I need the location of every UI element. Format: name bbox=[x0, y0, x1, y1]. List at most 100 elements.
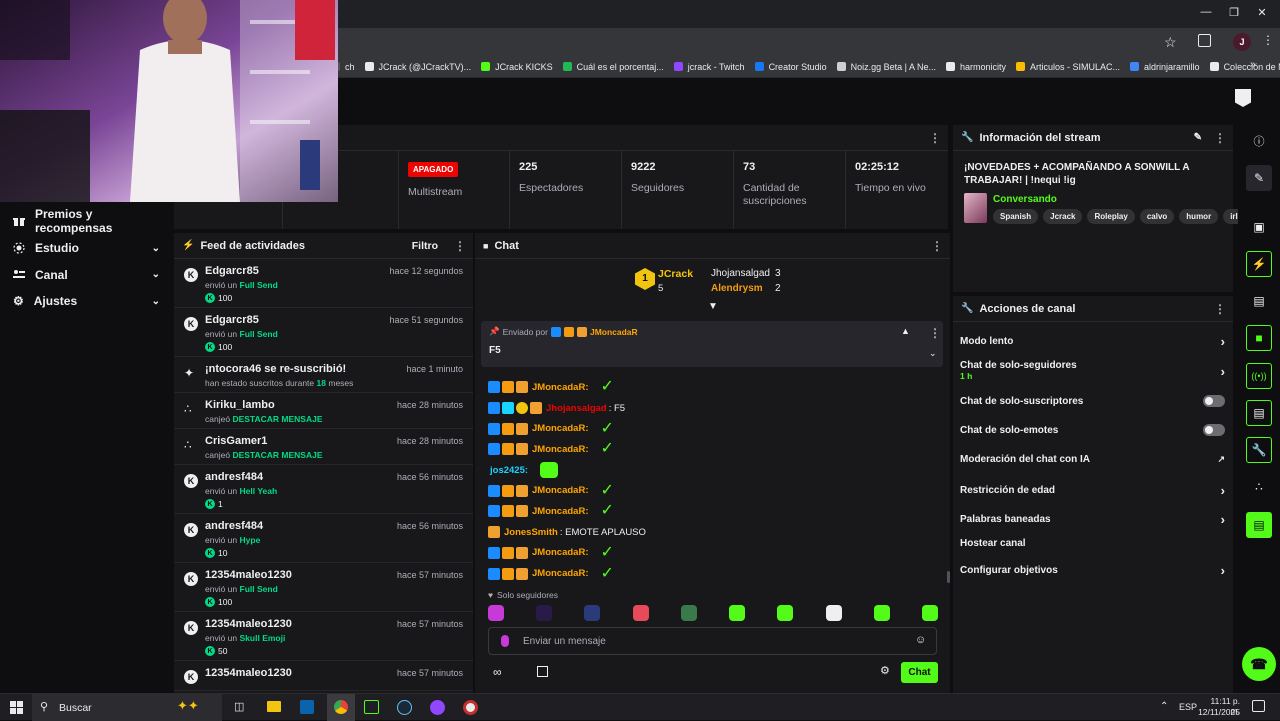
chat-message[interactable]: JMoncadaR: ✓ bbox=[475, 377, 940, 398]
store-icon[interactable] bbox=[537, 666, 548, 677]
leaderboard-first[interactable]: JCrack bbox=[658, 268, 693, 280]
stream-tag[interactable]: Jcrack bbox=[1043, 209, 1083, 224]
feed-user[interactable]: ¡ntocora46 se re-suscribió! bbox=[205, 363, 346, 375]
leaderboard-second[interactable]: Jhojansalgad bbox=[711, 268, 770, 279]
action-ai-moderation[interactable]: Moderación del chat con IA ↗ bbox=[953, 454, 1233, 465]
stream-tag[interactable]: Roleplay bbox=[1087, 209, 1135, 224]
feed-user[interactable]: andresf484 bbox=[205, 471, 263, 483]
points-infinite-icon[interactable]: ∞ bbox=[493, 665, 503, 679]
feed-user[interactable]: 12354maleo1230 bbox=[205, 667, 292, 679]
taskbar-search[interactable]: ⚲ Buscar ✦✦ bbox=[32, 694, 222, 721]
stream-tag[interactable]: calvo bbox=[1139, 209, 1175, 224]
channel-logo-icon[interactable] bbox=[1235, 89, 1251, 107]
chat-username[interactable]: JMoncadaR: bbox=[532, 547, 588, 558]
chat-username[interactable]: jos2425: bbox=[490, 465, 528, 476]
chat-username[interactable]: JMoncadaR: bbox=[532, 382, 588, 393]
feed-item[interactable]: ✦ ¡ntocora46 se re-suscribió! hace 1 minut… bbox=[174, 357, 473, 393]
chat-message[interactable]: JMoncadaR: ✓ bbox=[475, 543, 940, 564]
chat-username[interactable]: JMoncadaR: bbox=[532, 444, 588, 455]
close-icon[interactable]: ✕ bbox=[1252, 6, 1272, 19]
subs-only-toggle[interactable] bbox=[1203, 395, 1225, 407]
feed-user[interactable]: Edgarcr85 bbox=[205, 314, 259, 326]
feed-user[interactable]: andresf484 bbox=[205, 520, 263, 532]
chat-username[interactable]: JMoncadaR: bbox=[532, 485, 588, 496]
bookmark-item[interactable]: aldrinjaramillo bbox=[1125, 56, 1205, 78]
bookmark-item[interactable]: JCrack KICKS bbox=[476, 56, 558, 78]
feed-user[interactable]: CrisGamer1 bbox=[205, 435, 267, 447]
layout-icon[interactable]: ▣ bbox=[1246, 214, 1272, 240]
chat-message[interactable]: JonesSmith: EMOTE APLAUSO bbox=[475, 522, 940, 543]
emote-icon[interactable] bbox=[680, 605, 697, 621]
expand-pinned-icon[interactable]: ⌄ bbox=[929, 348, 937, 359]
stat-multistream[interactable]: APAGADO Multistream bbox=[398, 151, 509, 229]
feed-item[interactable]: ∴ Kiriku_lambo hace 28 minutos canjeó DESTA… bbox=[174, 393, 473, 429]
nodes-icon[interactable]: ∴ bbox=[1246, 474, 1272, 500]
feed-item[interactable]: K Edgarcr85 hace 12 segundos envió un Full … bbox=[174, 259, 473, 308]
nav-rewards[interactable]: Premios y recompensas bbox=[0, 207, 172, 235]
xbox-app-icon[interactable] bbox=[364, 700, 379, 714]
action-slow-mode[interactable]: Modo lento › bbox=[953, 334, 1233, 349]
steam-icon[interactable] bbox=[397, 700, 412, 715]
language-indicator[interactable]: ESP bbox=[1179, 702, 1197, 712]
nav-studio[interactable]: Estudio ⌄ bbox=[0, 235, 172, 262]
chat-username[interactable]: Jhojansalgad bbox=[546, 403, 607, 414]
emote-icon[interactable] bbox=[729, 605, 746, 621]
more-menu-icon[interactable]: ⋮ bbox=[1262, 33, 1274, 47]
action-followers-only[interactable]: Chat de solo-seguidores 1 h › bbox=[953, 360, 1233, 382]
bookmark-item[interactable]: Articulos - SIMULAC... bbox=[1011, 56, 1125, 78]
clapperboard-icon[interactable]: ▤ bbox=[1246, 512, 1272, 538]
bookmark-item[interactable]: harmonicity bbox=[941, 56, 1011, 78]
feed-user[interactable]: 12354maleo1230 bbox=[205, 569, 292, 581]
emote-icon[interactable] bbox=[921, 605, 938, 621]
chat-message[interactable]: JMoncadaR: ✓ bbox=[475, 563, 940, 584]
minimize-icon[interactable]: — bbox=[1196, 6, 1216, 18]
collapse-leaderboard-icon[interactable]: ▼ bbox=[708, 301, 718, 312]
chat-settings-icon[interactable]: ⚙ bbox=[880, 664, 890, 677]
restore-icon[interactable]: ❐ bbox=[1224, 6, 1244, 19]
stream-tag[interactable]: Spanish bbox=[993, 209, 1039, 224]
more-options-icon[interactable]: ⋮ bbox=[929, 131, 941, 145]
filter-button[interactable]: Filtro bbox=[412, 240, 438, 252]
wrench-icon[interactable]: 🔧 bbox=[1246, 437, 1272, 463]
chat-username[interactable]: JMoncadaR: bbox=[532, 506, 588, 517]
emoji-icon[interactable]: ☺ bbox=[915, 634, 926, 646]
feed-user[interactable]: 12354maleo1230 bbox=[205, 618, 292, 630]
action-banned-words[interactable]: Palabras baneadas › bbox=[953, 512, 1233, 527]
file-explorer-icon[interactable] bbox=[267, 701, 281, 712]
storage-icon[interactable]: ▤ bbox=[1246, 400, 1272, 426]
extensions-icon[interactable] bbox=[1198, 34, 1211, 47]
pinned-message[interactable]: 📌 Enviado por JMoncadaR F5 ▲ ⋮ ⌄ bbox=[481, 321, 943, 367]
more-options-icon[interactable]: ⋮ bbox=[929, 326, 941, 340]
support-chat-icon[interactable]: ☎ bbox=[1242, 647, 1276, 681]
chat-message[interactable]: JMoncadaR: ✓ bbox=[475, 480, 940, 501]
feed-item[interactable]: Kandresf484 hace 56 minutos envió un Hype K… bbox=[174, 514, 473, 563]
bookmarks-overflow-icon[interactable]: » bbox=[1250, 59, 1256, 70]
chat-message[interactable]: Jhojansalgad: F5 bbox=[475, 398, 940, 419]
chat-username[interactable]: JMoncadaR: bbox=[532, 568, 588, 579]
app-icon[interactable] bbox=[463, 700, 478, 715]
notifications-icon[interactable] bbox=[1252, 700, 1265, 712]
broadcast-icon[interactable]: ((•)) bbox=[1246, 363, 1272, 389]
taskbar-chrome-active[interactable] bbox=[327, 694, 355, 721]
chat-username[interactable]: JonesSmith bbox=[504, 527, 558, 538]
unpin-icon[interactable]: ▲ bbox=[901, 326, 910, 336]
edit-icon[interactable]: ✎ bbox=[1194, 132, 1202, 143]
bookmark-item[interactable]: Colección de M_blei... bbox=[1205, 56, 1280, 78]
clock-date[interactable]: 12/11/2025 bbox=[1198, 707, 1240, 717]
emote-icon[interactable] bbox=[488, 605, 504, 621]
chat-username[interactable]: JMoncadaR: bbox=[532, 423, 588, 434]
feed-item[interactable]: K Edgarcr85 hace 51 segundos envió un Full … bbox=[174, 308, 473, 357]
nav-settings[interactable]: ⚙ Ajustes ⌄ bbox=[0, 288, 172, 315]
document-icon[interactable]: ▤ bbox=[1246, 288, 1272, 314]
chat-icon[interactable]: ■ bbox=[1246, 325, 1272, 351]
stream-category[interactable]: Conversando bbox=[993, 194, 1057, 205]
feed-item[interactable]: K 12354maleo1230 hace 57 minutos envió un F… bbox=[174, 563, 473, 612]
outlook-icon[interactable] bbox=[300, 700, 314, 714]
windows-start-icon[interactable] bbox=[10, 701, 23, 714]
stream-tag[interactable]: humor bbox=[1179, 209, 1219, 224]
chat-scrollbar[interactable] bbox=[947, 571, 950, 583]
bookmark-item[interactable]: JCrack (@JCrackTV)... bbox=[360, 56, 477, 78]
feed-user[interactable]: Edgarcr85 bbox=[205, 265, 259, 277]
emote-icon[interactable] bbox=[777, 605, 794, 621]
chat-message[interactable]: JMoncadaR: ✓ bbox=[475, 418, 940, 439]
